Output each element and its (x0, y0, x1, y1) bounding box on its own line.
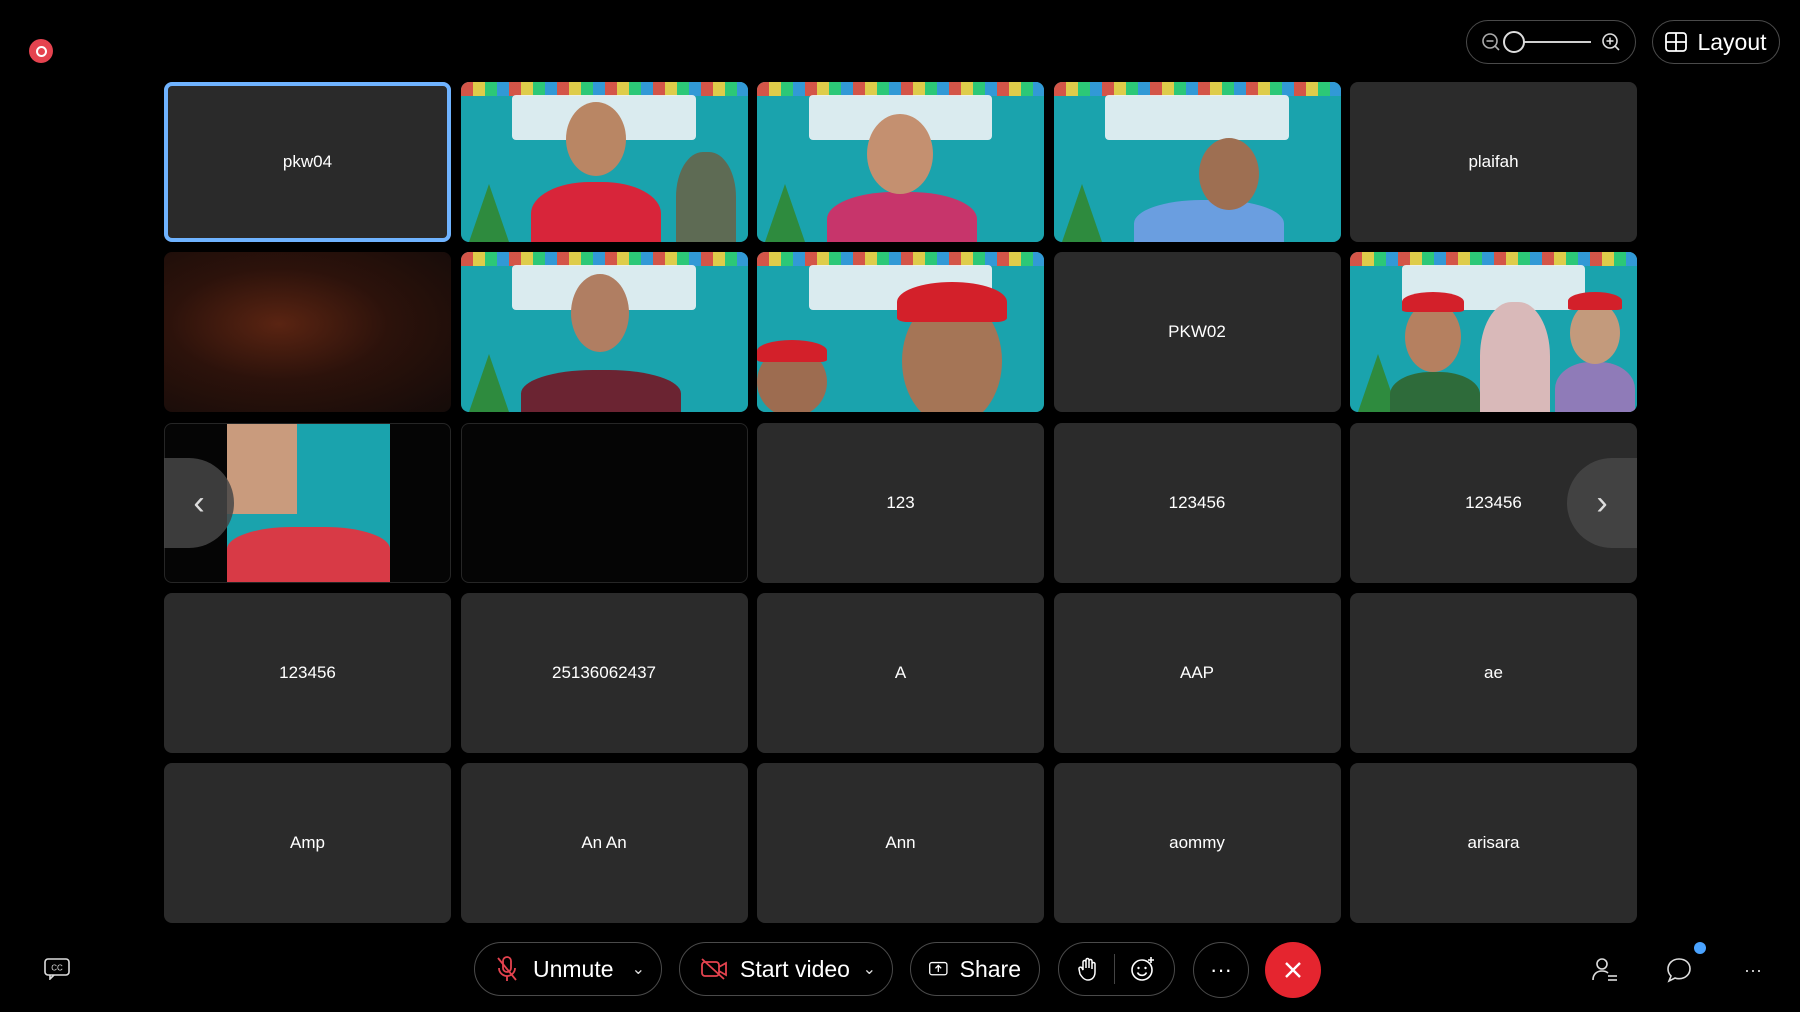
reactions-group (1058, 942, 1175, 996)
svg-text:CC: CC (51, 964, 63, 973)
unmute-label: Unmute (533, 955, 614, 982)
share-label: Share (959, 955, 1021, 982)
reactions-button[interactable] (1130, 956, 1156, 982)
video-feed (757, 82, 1044, 242)
participant-name: pkw04 (282, 152, 333, 171)
participant-name: Ann (885, 833, 916, 852)
participant-name: 123 (886, 492, 915, 512)
unmute-button[interactable]: Unmute ⌄ (474, 942, 662, 996)
chat-button[interactable] (1664, 955, 1694, 985)
participant-video-tile[interactable] (757, 252, 1044, 413)
participant-name: 123456 (279, 662, 336, 682)
participant-tile[interactable]: AAP (1053, 592, 1341, 753)
chevron-right-icon: › (1596, 483, 1608, 522)
more-horizontal-icon: ··· (1744, 959, 1762, 980)
muted-microphone-icon (497, 956, 517, 981)
participant-tile[interactable]: aommy (1053, 763, 1341, 923)
closed-captions-icon: CC (44, 958, 70, 980)
zoom-slider[interactable] (1503, 31, 1591, 53)
participant-tile[interactable]: An An (460, 763, 748, 923)
participant-tile[interactable]: plaifah (1350, 82, 1637, 242)
share-button[interactable]: Share (910, 942, 1040, 996)
zoom-in-icon[interactable] (1601, 32, 1621, 52)
participant-tile[interactable]: Ann (757, 763, 1044, 923)
participant-name: PKW02 (1168, 322, 1226, 342)
participant-name: Amp (290, 833, 325, 852)
raise-hand-button[interactable] (1077, 956, 1099, 982)
start-video-label: Start video (740, 955, 850, 982)
zoom-slider-knob[interactable] (1503, 31, 1525, 53)
participant-tile[interactable]: pkw04 (164, 82, 451, 242)
zoom-out-icon[interactable] (1481, 32, 1501, 52)
participant-video-tile[interactable] (460, 422, 748, 583)
participant-tile[interactable]: 123456 (164, 592, 451, 753)
video-off-icon (701, 958, 727, 980)
more-options-button[interactable]: ··· (1193, 942, 1249, 998)
participant-name: An An (581, 833, 627, 852)
video-feed (1350, 252, 1637, 413)
close-icon (1285, 962, 1301, 978)
participant-video-tile[interactable] (1053, 82, 1341, 242)
participant-tile[interactable]: ae (1350, 592, 1637, 753)
chevron-left-icon: ‹ (193, 483, 205, 522)
participant-grid: pkw04 plaifah PKW02 123 123456 123456 12… (164, 82, 1637, 923)
zoom-control[interactable] (1466, 20, 1636, 64)
meeting-toolbar: CC Unmute ⌄ Start video ⌄ Share ··· ··· (0, 940, 1800, 1000)
chat-bubble-icon (1667, 958, 1691, 983)
emoji-add-icon (1131, 957, 1155, 981)
chevron-down-icon[interactable]: ⌄ (863, 959, 876, 979)
participant-name: arisara (1467, 833, 1520, 852)
participant-name: AAP (1179, 662, 1215, 682)
more-label: ··· (1210, 957, 1232, 982)
participant-tile[interactable]: 25136062437 (460, 592, 748, 753)
chat-notification-badge (1694, 942, 1706, 954)
participant-video-tile[interactable] (757, 82, 1044, 242)
raise-hand-icon (1077, 957, 1096, 981)
overflow-menu-button[interactable]: ··· (1738, 955, 1768, 985)
leave-meeting-button[interactable] (1265, 942, 1321, 998)
participant-name: plaifah (1468, 152, 1519, 171)
participant-video-tile[interactable] (460, 252, 748, 413)
participant-tile[interactable]: A (757, 592, 1044, 753)
participant-video-tile[interactable] (1350, 252, 1637, 413)
video-feed (460, 82, 748, 242)
participant-tile[interactable]: PKW02 (1053, 252, 1341, 413)
participant-name: 123456 (1168, 492, 1226, 512)
participant-name: ae (1484, 662, 1503, 682)
participant-name: 123456 (1465, 492, 1522, 512)
participants-button[interactable] (1590, 955, 1620, 985)
participant-name: aommy (1169, 833, 1225, 852)
participants-list-icon (1592, 958, 1617, 981)
start-video-button[interactable]: Start video ⌄ (679, 942, 893, 996)
recording-indicator (29, 39, 53, 63)
chevron-down-icon[interactable]: ⌄ (632, 959, 645, 979)
video-feed (460, 252, 748, 413)
layout-button[interactable]: Layout (1652, 20, 1780, 64)
grid-icon (1665, 32, 1688, 52)
participant-video-tile[interactable] (460, 82, 748, 242)
participant-name: 25136062437 (551, 662, 656, 682)
participant-video-tile[interactable] (164, 252, 451, 413)
participant-tile[interactable]: Amp (164, 763, 451, 923)
video-feed (1053, 82, 1341, 242)
video-feed (757, 252, 1044, 413)
layout-label: Layout (1697, 28, 1767, 55)
participant-tile[interactable]: 123456 (1053, 422, 1341, 583)
captions-button[interactable]: CC (42, 956, 72, 982)
share-screen-icon (929, 961, 948, 976)
participant-name: A (894, 662, 907, 682)
participant-tile[interactable]: 123 (757, 422, 1044, 583)
video-feed (227, 423, 390, 582)
participant-tile[interactable]: arisara (1350, 763, 1637, 923)
